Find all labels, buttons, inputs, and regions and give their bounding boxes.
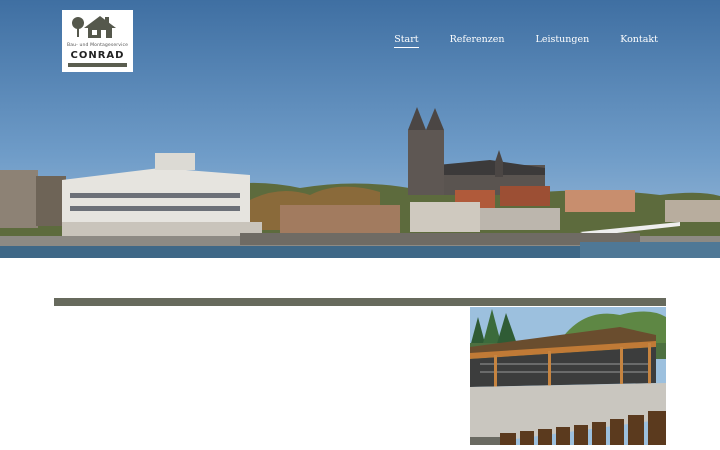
nav-item-referenzen[interactable]: Referenzen (450, 34, 505, 48)
site-logo[interactable]: Bau- und Montageservice CONRAD (62, 10, 133, 72)
nav-item-start[interactable]: Start (394, 34, 419, 48)
pavilion-photo (470, 307, 666, 445)
nav-item-kontakt[interactable]: Kontakt (620, 34, 658, 48)
house-tree-logo-icon (72, 16, 116, 38)
nav-item-leistungen[interactable]: Leistungen (536, 34, 590, 48)
logo-bar (68, 63, 127, 67)
main-nav: Start Referenzen Leistungen Kontakt (363, 34, 658, 48)
logo-subtitle: Bau- und Montageservice (67, 43, 128, 48)
wooden-pavilion-image (470, 307, 666, 445)
section-divider (54, 298, 666, 306)
logo-name: CONRAD (70, 50, 125, 61)
